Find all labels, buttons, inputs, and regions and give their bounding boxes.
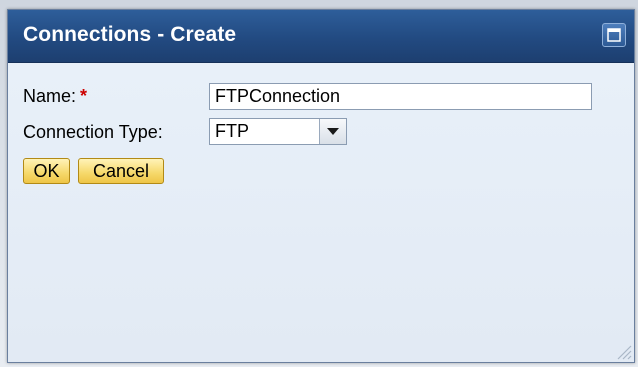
maximize-icon[interactable]: [602, 23, 626, 47]
ok-button[interactable]: OK: [23, 158, 70, 184]
name-label: Name: *: [23, 86, 88, 106]
resize-grip-icon[interactable]: [614, 342, 632, 360]
connection-type-select[interactable]: FTP: [209, 118, 347, 145]
chevron-down-icon[interactable]: [319, 119, 346, 144]
cancel-button[interactable]: Cancel: [78, 158, 164, 184]
connection-type-value: FTP: [215, 121, 249, 141]
connections-create-dialog: Connections - Create Name:* Connection T…: [7, 9, 635, 363]
dialog-titlebar[interactable]: Connections - Create: [8, 10, 634, 63]
connection-type-label: Connection Type:: [23, 122, 163, 142]
dialog-content: Name:* Connection Type: FTP OK Cancel: [8, 63, 634, 362]
name-field[interactable]: [209, 83, 592, 110]
required-marker: *: [80, 86, 88, 106]
dialog-title: Connections - Create: [23, 23, 237, 46]
